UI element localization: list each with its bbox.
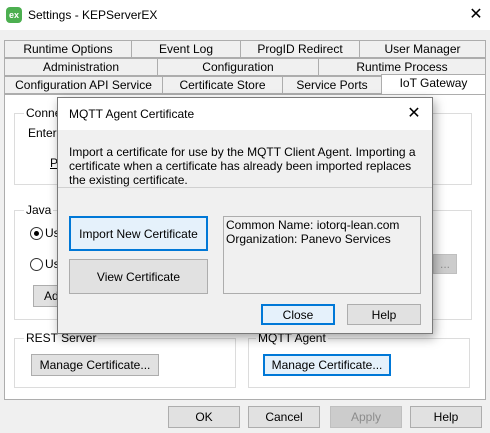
tab-progid-redirect[interactable]: ProgID Redirect bbox=[240, 40, 360, 58]
tab-configuration[interactable]: Configuration bbox=[157, 58, 319, 76]
window-close-icon[interactable]: ✕ bbox=[466, 5, 486, 25]
ok-button[interactable]: OK bbox=[168, 406, 240, 428]
help-button[interactable]: Help bbox=[410, 406, 482, 428]
dialog-help-button[interactable]: Help bbox=[347, 304, 421, 325]
mqtt-manage-certificate-button[interactable]: Manage Certificate... bbox=[263, 354, 391, 376]
java-radio-1[interactable] bbox=[30, 227, 43, 240]
certificate-info-box: Common Name: iotorq-lean.com Organizatio… bbox=[223, 216, 421, 294]
tab-configuration-api-service[interactable]: Configuration API Service bbox=[4, 76, 163, 94]
import-new-certificate-button[interactable]: Import New Certificate bbox=[69, 216, 208, 251]
window-title: Settings - KEPServerEX bbox=[28, 8, 158, 22]
mqtt-certificate-dialog: MQTT Agent Certificate ✕ Import a certif… bbox=[57, 97, 433, 334]
dialog-description: Import a certificate for use by the MQTT… bbox=[69, 145, 416, 187]
dialog-close-icon[interactable]: ✕ bbox=[404, 104, 424, 124]
rest-manage-certificate-button[interactable]: Manage Certificate... bbox=[31, 354, 159, 376]
tab-administration[interactable]: Administration bbox=[4, 58, 158, 76]
tab-certificate-store[interactable]: Certificate Store bbox=[162, 76, 283, 94]
java-group-label: Java bbox=[24, 203, 54, 217]
tab-runtime-options[interactable]: Runtime Options bbox=[4, 40, 132, 58]
cancel-button[interactable]: Cancel bbox=[248, 406, 320, 428]
tab-iot-gateway[interactable]: IoT Gateway bbox=[381, 74, 486, 94]
java-browse-button: ... bbox=[433, 254, 457, 274]
kepserverex-app-icon: ex bbox=[6, 7, 22, 23]
tab-user-manager[interactable]: User Manager bbox=[359, 40, 486, 58]
radio-selected-dot bbox=[34, 231, 39, 236]
java-radio-2[interactable] bbox=[30, 258, 43, 271]
certificate-common-name: Common Name: iotorq-lean.com bbox=[226, 218, 400, 232]
certificate-organization: Organization: Panevo Services bbox=[226, 232, 391, 246]
view-certificate-button[interactable]: View Certificate bbox=[69, 259, 208, 294]
dialog-close-button[interactable]: Close bbox=[261, 304, 335, 325]
tab-event-log[interactable]: Event Log bbox=[131, 40, 241, 58]
dialog-separator bbox=[58, 187, 432, 188]
tab-service-ports[interactable]: Service Ports bbox=[282, 76, 382, 94]
dialog-title: MQTT Agent Certificate bbox=[69, 107, 195, 121]
connection-enter-text: Enter bbox=[28, 126, 57, 140]
apply-button: Apply bbox=[330, 406, 402, 428]
